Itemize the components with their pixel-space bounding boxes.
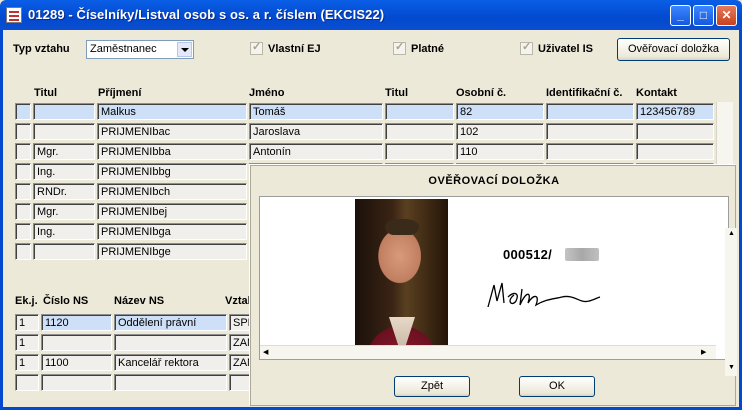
person-cell-prijmeni[interactable]: PRIJMENIbch [97,183,247,200]
row-selector[interactable] [15,203,31,220]
ns-cell-cislo[interactable]: 1100 [41,354,112,371]
dialog-content-pane: 000512/ ▲ ▼ [259,196,737,376]
document-number: 000512/ [503,247,553,262]
chevron-down-icon[interactable] [177,42,192,57]
ns-cell-ekj[interactable]: 1 [15,334,39,351]
ns-cell-nazev[interactable] [114,374,227,391]
ns-cell-cislo[interactable] [41,374,112,391]
header-titul-2: Titul [385,87,409,99]
header-kontakt: Kontakt [636,87,677,99]
app-icon [6,7,22,23]
vlastni-ej-checkbox[interactable] [250,40,263,55]
person-cell-osobni[interactable]: 102 [456,123,544,140]
close-button[interactable]: ✕ [716,5,737,26]
row-selector[interactable] [15,183,31,200]
back-button[interactable]: Zpět [394,376,470,397]
typ-vztahu-value: Zaměstnanec [90,43,157,55]
header-identifikacni-cislo: Identifikační č. [546,87,623,99]
person-cell-prijmeni[interactable]: PRIJMENIbej [97,203,247,220]
row-selector[interactable] [15,163,31,180]
platne-label: Platné [411,43,445,55]
person-cell-jmeno[interactable]: Tomáš [249,103,383,120]
overovaci-dolozka-button[interactable]: Ověřovací doložka [617,38,730,61]
person-cell-jmeno[interactable]: Antonín [249,143,383,160]
person-cell-titul2[interactable] [385,123,454,140]
ns-cell-nazev[interactable]: Oddělení právní [114,314,227,331]
header-cislo-ns: Číslo NS [43,295,89,307]
uzivatel-is-checkbox[interactable] [520,40,533,55]
typ-vztahu-select[interactable]: Zaměstnanec [86,40,194,59]
platne-checkbox[interactable] [393,40,406,55]
vlastni-ej-label: Vlastní EJ [268,43,321,55]
person-cell-titul2[interactable] [385,103,454,120]
persons-scrollbar[interactable] [716,102,733,166]
person-cell-osobni[interactable]: 82 [456,103,544,120]
ns-cell-cislo[interactable]: 1120 [41,314,112,331]
person-cell-titul[interactable]: RNDr. [33,183,95,200]
person-cell-prijmeni[interactable]: PRIJMENIbge [97,243,247,260]
person-cell-jmeno[interactable]: Jaroslava [249,123,383,140]
scroll-right-icon[interactable]: ▶ [701,348,706,356]
scroll-left-icon[interactable]: ◀ [263,348,268,356]
person-cell-ident[interactable] [546,123,634,140]
scroll-up-icon[interactable]: ▲ [728,230,735,237]
header-vztah: Vztal [225,295,251,307]
person-cell-prijmeni[interactable]: Malkus [97,103,247,120]
person-cell-kontakt[interactable] [636,143,714,160]
ns-cell-nazev[interactable]: Kancelář rektora [114,354,227,371]
window-title: 01289 - Číselníky/Listval osob s os. a r… [28,7,385,22]
signature-image [487,282,601,308]
header-jmeno: Jméno [249,87,285,99]
person-cell-titul[interactable]: Mgr. [33,143,95,160]
scroll-down-icon[interactable]: ▼ [728,364,735,371]
person-cell-ident[interactable] [546,103,634,120]
person-cell-titul[interactable]: Ing. [33,223,95,240]
person-cell-titul[interactable] [33,123,95,140]
row-selector[interactable] [15,223,31,240]
person-photo [355,199,448,349]
ns-cell-nazev[interactable] [114,334,227,351]
title-bar[interactable]: 01289 - Číselníky/Listval osob s os. a r… [0,0,742,30]
ns-cell-cislo[interactable] [41,334,112,351]
header-osobni-cislo: Osobní č. [456,87,507,99]
header-titul: Titul [34,87,58,99]
person-cell-titul[interactable] [33,103,95,120]
person-cell-ident[interactable] [546,143,634,160]
person-cell-osobni[interactable]: 110 [456,143,544,160]
person-cell-prijmeni[interactable]: PRIJMENIbga [97,223,247,240]
header-ekj: Ek.j. [15,295,38,307]
person-cell-prijmeni[interactable]: PRIJMENIbba [97,143,247,160]
dialog-title: OVĚŘOVACÍ DOLOŽKA [428,175,560,187]
ok-button[interactable]: OK [519,376,595,397]
person-cell-prijmeni[interactable]: PRIJMENIbbg [97,163,247,180]
ns-cell-ekj[interactable]: 1 [15,354,39,371]
minimize-button[interactable]: _ [670,5,691,26]
person-cell-titul[interactable]: Ing. [33,163,95,180]
maximize-button[interactable]: □ [693,5,714,26]
person-cell-titul[interactable]: Mgr. [33,203,95,220]
dialog-vertical-scrollbar[interactable]: ▲ ▼ [725,228,737,376]
row-selector[interactable] [15,103,31,120]
person-cell-kontakt[interactable] [636,123,714,140]
typ-vztahu-label: Typ vztahu [13,43,70,55]
person-cell-kontakt[interactable]: 123456789 [636,103,714,120]
redacted-number [565,248,599,261]
ns-cell-ekj[interactable]: 1 [15,314,39,331]
overovaci-dolozka-dialog: OVĚŘOVACÍ DOLOŽKA 000512/ ▲ ▼ ◀ ▶ Zpět O… [250,165,737,406]
person-cell-titul2[interactable] [385,143,454,160]
ns-cell-ekj[interactable] [15,374,39,391]
header-prijmeni: Příjmení [98,87,142,99]
person-cell-titul[interactable] [33,243,95,260]
person-cell-prijmeni[interactable]: PRIJMENIbac [97,123,247,140]
dialog-horizontal-scrollbar[interactable]: ◀ ▶ [260,345,716,359]
row-selector[interactable] [15,123,31,140]
row-selector[interactable] [15,143,31,160]
uzivatel-is-label: Uživatel IS [538,43,594,55]
header-nazev-ns: Název NS [114,295,165,307]
row-selector[interactable] [15,243,31,260]
